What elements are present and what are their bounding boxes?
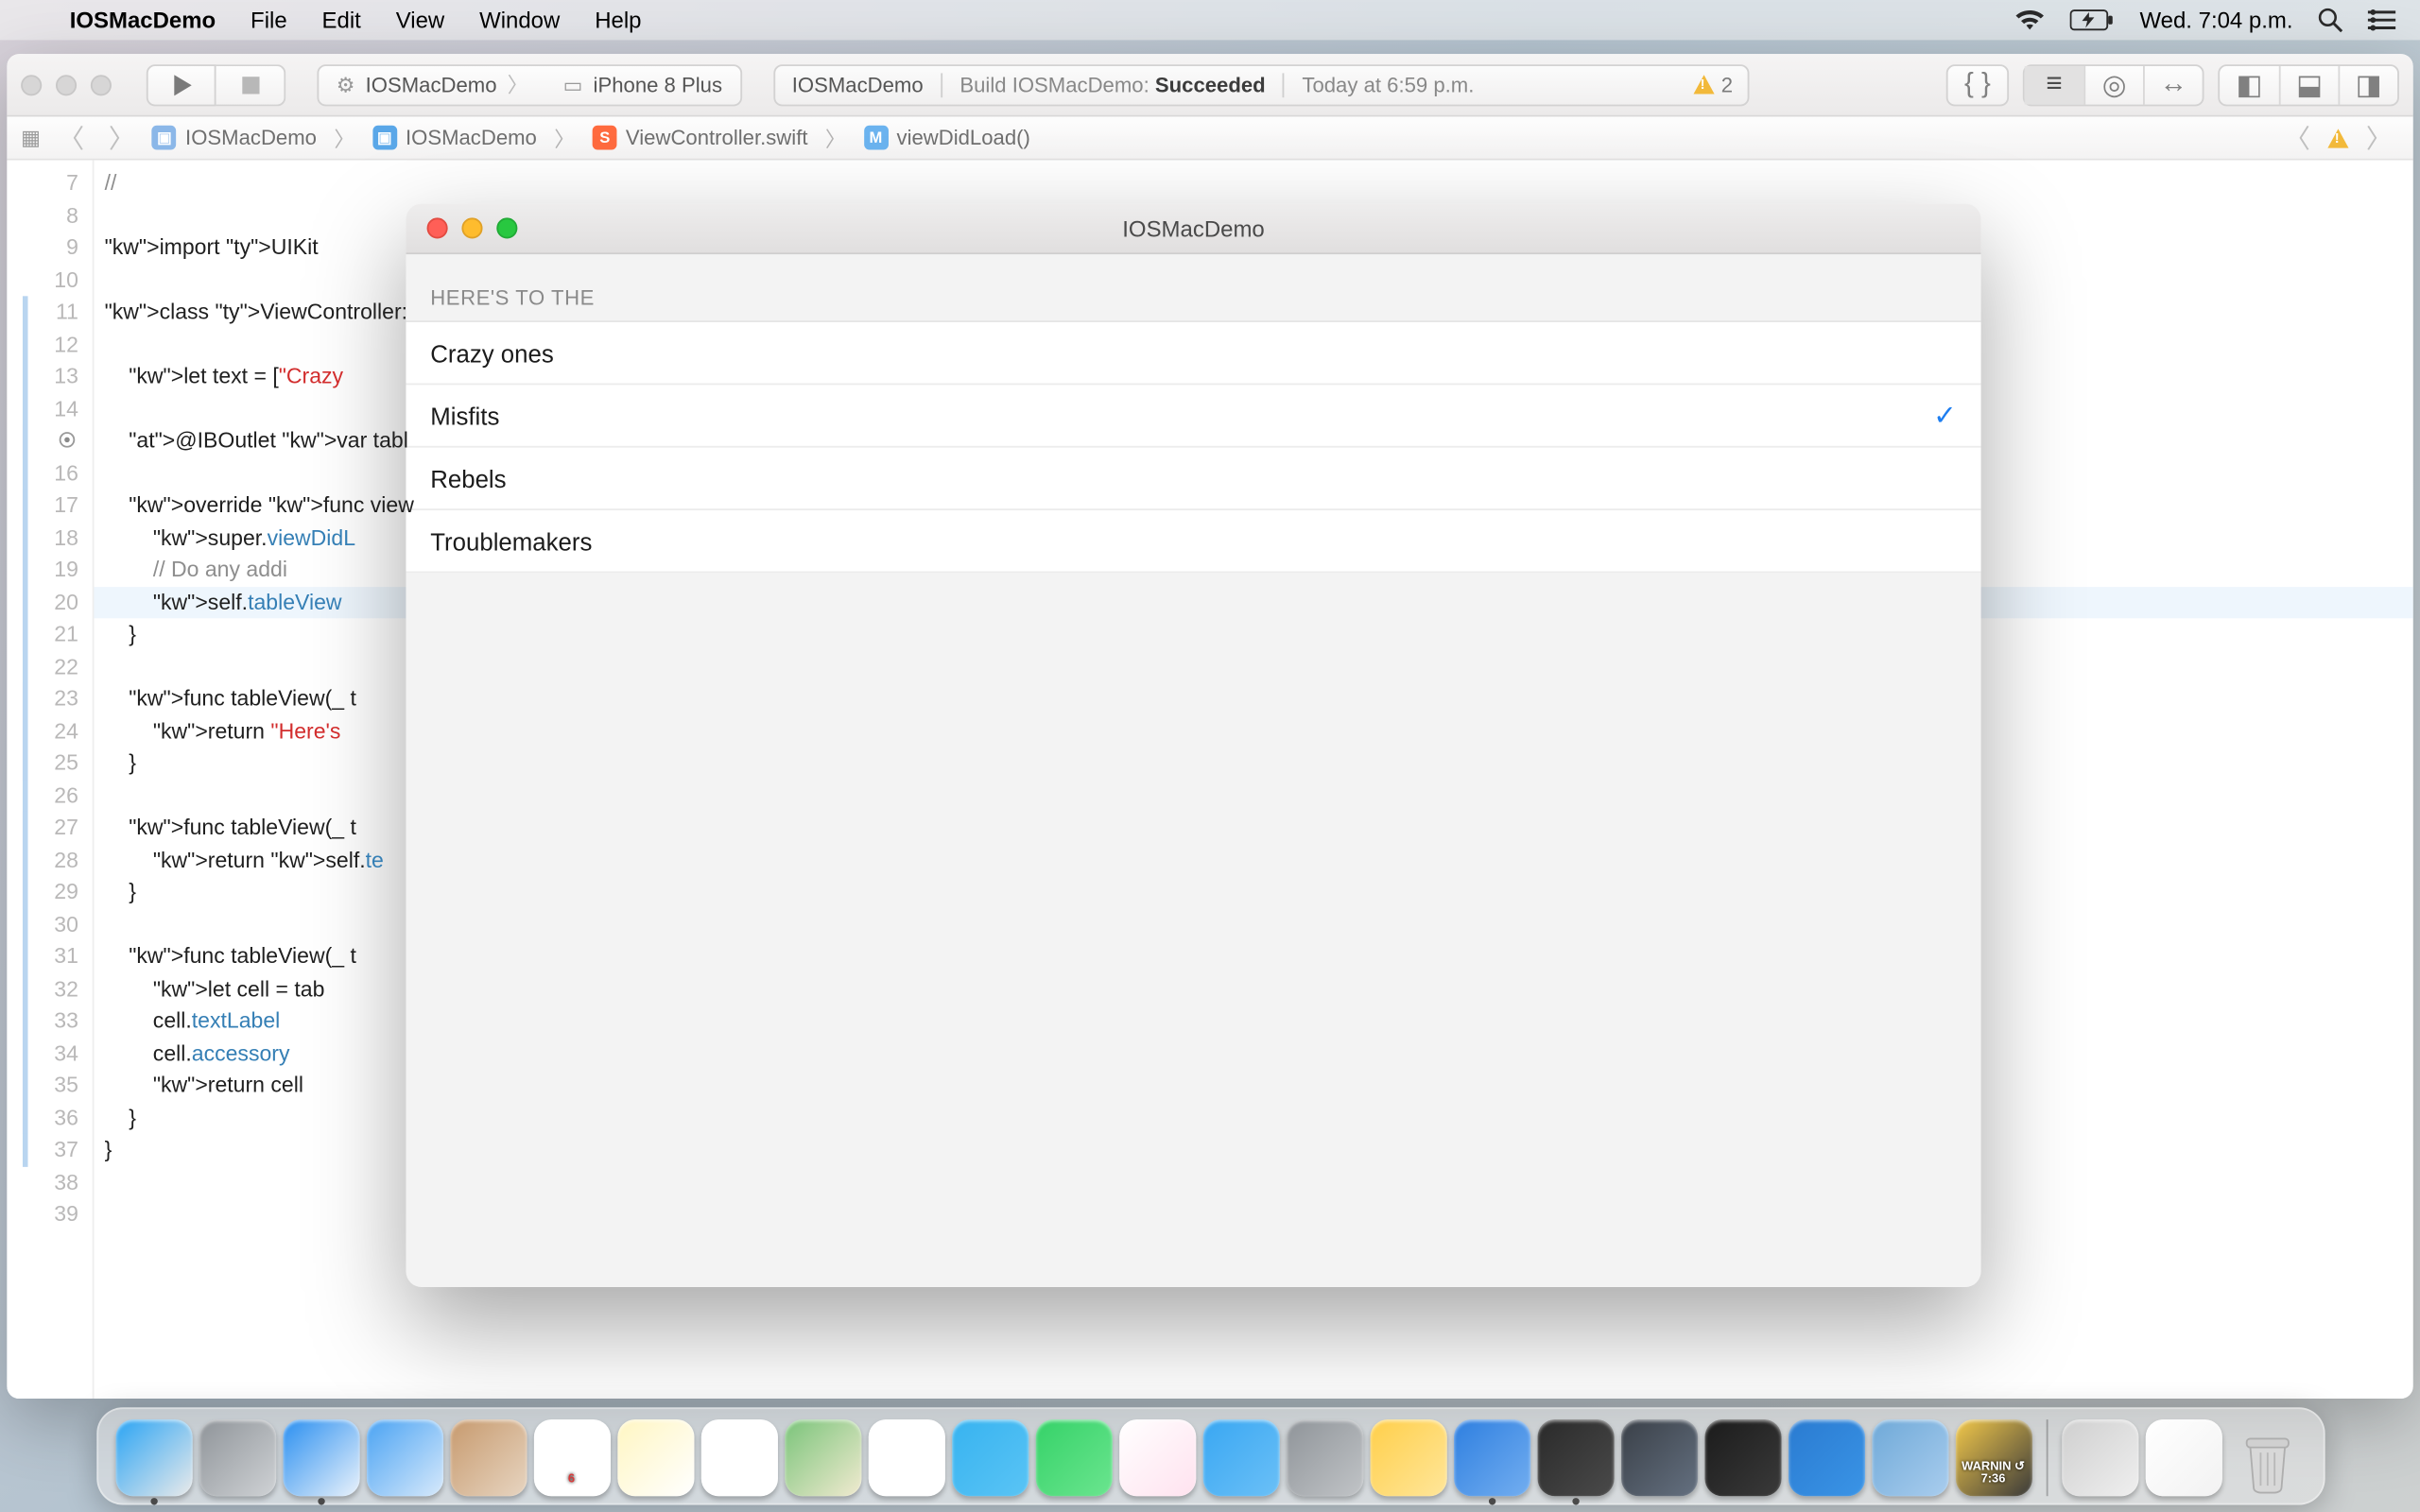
traffic-light-minimize[interactable] [56,74,77,94]
traffic-light-close[interactable] [21,74,42,94]
dock-calendar[interactable]: 6 [533,1419,610,1496]
counterpart-forward-icon[interactable]: 〉 [2360,119,2399,156]
dock-notes[interactable] [616,1419,693,1496]
version-icon[interactable]: ↔ [2143,65,2203,104]
line-number-gutter: 7891011121314161718192021222324252627282… [7,161,94,1399]
activity-warnings[interactable]: 2 [1693,72,1733,96]
dock-preview[interactable] [1871,1419,1947,1496]
battery-icon[interactable] [2070,9,2116,31]
app-titlebar: IOSMacDemo [406,204,1980,254]
wifi-icon[interactable] [2014,9,2046,31]
dock-document[interactable] [2145,1419,2221,1496]
menubar-clock[interactable]: Wed. 7:04 p.m. [2139,7,2292,33]
activity-time: Today at 6:59 p.m. [1302,72,1474,96]
table-row[interactable]: Misfits✓ [406,385,1980,447]
dock-facetime[interactable] [1035,1419,1112,1496]
jump-bar[interactable]: ▦ 〈 〉 ▣IOSMacDemo〉 ▣IOSMacDemo〉 SViewCon… [7,116,2412,160]
breadcrumb-file[interactable]: SViewController.swift [593,126,808,150]
menu-edit[interactable]: Edit [304,7,378,33]
dock-vscode[interactable] [1788,1419,1864,1496]
code-area[interactable]: // "kw">import "ty">UIKit "kw">class "ty… [95,161,414,1399]
dock-console[interactable]: WARNIN ↺ 7:36 [1955,1419,2031,1496]
lines-icon[interactable]: ≡ [2025,65,2084,104]
nav-forward-icon[interactable]: 〉 [102,119,142,156]
table-row[interactable]: Troublemakers [406,510,1980,573]
dock-separator [2046,1419,2048,1496]
activity-viewer: IOSMacDemo Build IOSMacDemo: Succeeded T… [773,63,1749,105]
stop-button[interactable] [216,63,286,105]
assistant-segmented[interactable]: ≡ ◎ ↔ [2023,63,2204,105]
dock-xcode[interactable] [1453,1419,1530,1496]
dock-appstore[interactable] [1202,1419,1279,1496]
menu-view[interactable]: View [378,7,461,33]
dock-terminal[interactable] [1537,1419,1614,1496]
dock-photos[interactable] [868,1419,944,1496]
breadcrumb-project[interactable]: ▣IOSMacDemo [152,126,317,150]
right-panel-icon[interactable]: ◨ [2338,65,2397,104]
issue-navigator-icon[interactable] [2327,128,2348,146]
panel-toggle-segmented[interactable]: ◧ ⬓ ◨ [2218,63,2399,105]
menubar-app-name[interactable]: IOSMacDemo [52,7,233,33]
activity-status: Build IOSMacDemo: Succeeded [959,72,1265,96]
dock-voicememos[interactable] [1704,1419,1781,1496]
assistant-icon[interactable]: ◎ [2083,65,2143,104]
xcode-toolbar: ⚙︎IOSMacDemo〉 ▭iPhone 8 Plus IOSMacDemo … [7,54,2412,116]
breadcrumb-folder[interactable]: ▣IOSMacDemo [372,126,537,150]
dock-messages[interactable] [951,1419,1028,1496]
dock-trash[interactable] [2228,1419,2305,1496]
nav-back-icon[interactable]: 〈 [51,119,91,156]
dock[interactable]: 6 WARNIN ↺ 7:36 [95,1407,2324,1504]
bottom-panel-icon[interactable]: ⬓ [2279,65,2339,104]
traffic-light-zoom[interactable] [91,74,112,94]
dock-sysprefs[interactable] [1286,1419,1362,1496]
run-button[interactable] [147,63,216,105]
device-icon: ▭ [563,72,583,96]
standard-editor-icon[interactable]: { } [1948,65,2008,104]
activity-project: IOSMacDemo [792,72,924,96]
iosmac-app-window: IOSMacDemo HERE'S TO THE Crazy onesMisfi… [406,204,1980,1287]
dock-quicktime[interactable] [1620,1419,1697,1496]
counterpart-back-icon[interactable]: 〈 [2277,119,2317,156]
dock-sketch[interactable] [1370,1419,1446,1496]
notification-center-icon[interactable] [2368,9,2395,31]
related-items-icon[interactable]: ▦ [21,126,41,150]
editor-mode-segmented[interactable]: { } [1946,63,2009,105]
table-row[interactable]: Rebels [406,448,1980,510]
app-icon: ⚙︎ [337,72,355,96]
dock-reminders[interactable] [700,1419,777,1496]
dock-safari[interactable] [283,1419,359,1496]
table-section-header: HERE'S TO THE [406,254,1980,320]
dock-maps[interactable] [784,1419,860,1496]
table-view[interactable]: Crazy onesMisfits✓RebelsTroublemakers [406,320,1980,573]
app-title: IOSMacDemo [406,215,1980,242]
menu-file[interactable]: File [233,7,304,33]
dock-contacts[interactable] [450,1419,527,1496]
dock-itunes[interactable] [1118,1419,1195,1496]
menu-help[interactable]: Help [578,7,659,33]
scheme-selector[interactable]: ⚙︎IOSMacDemo〉 ▭iPhone 8 Plus [317,63,741,105]
dock-finder[interactable] [115,1419,192,1496]
dock-blocked[interactable] [2061,1419,2137,1496]
left-panel-icon[interactable]: ◧ [2220,65,2279,104]
breadcrumb-symbol[interactable]: MviewDidLoad() [863,126,1029,150]
macos-menubar: IOSMacDemo FileEditViewWindowHelp Wed. 7… [0,0,2420,40]
table-row[interactable]: Crazy ones [406,322,1980,385]
dock-launchpad[interactable] [199,1419,275,1496]
dock-mail[interactable] [366,1419,442,1496]
menu-window[interactable]: Window [462,7,578,33]
spotlight-icon[interactable] [2317,7,2343,33]
checkmark-icon: ✓ [1933,398,1957,433]
